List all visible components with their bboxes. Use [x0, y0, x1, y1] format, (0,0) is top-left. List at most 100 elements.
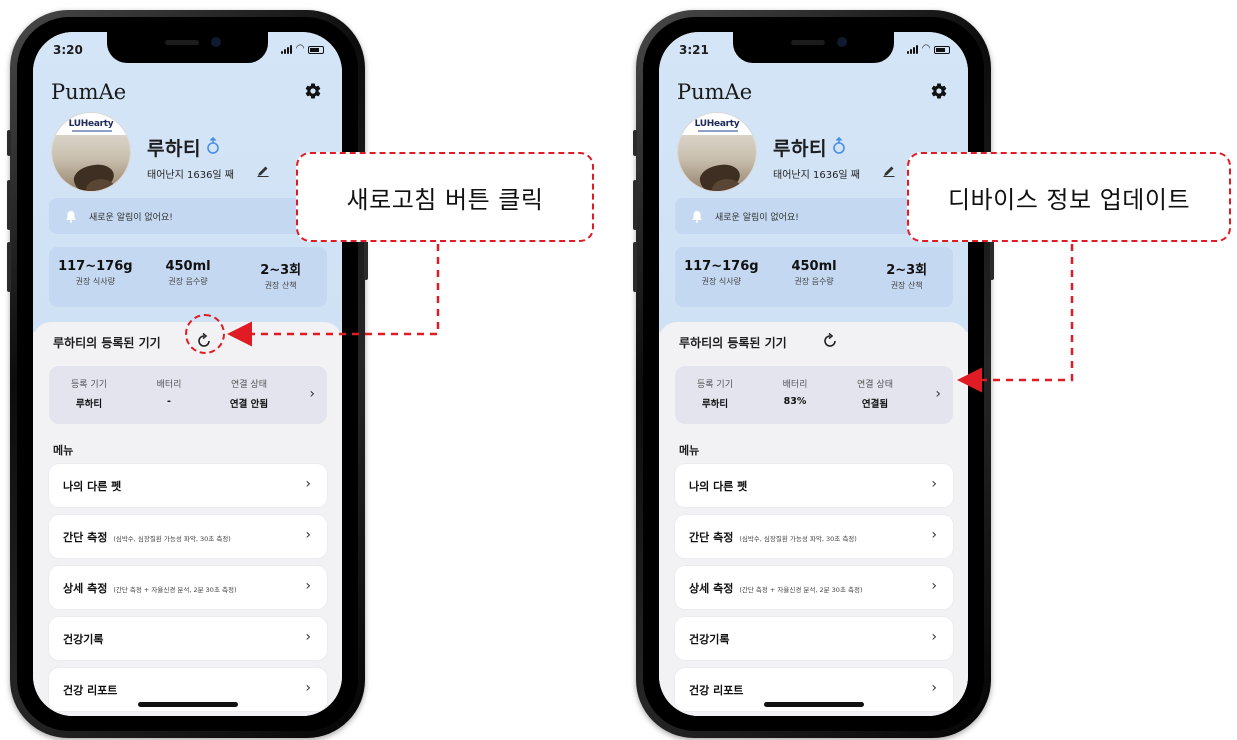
menu-item-label: 간단 측정 (심박수, 심장질환 가능성 파악, 30초 측정): [63, 531, 231, 544]
status-time: 3:21: [679, 43, 709, 57]
notification-text: 새로운 알림이 없어요!: [715, 213, 799, 223]
pet-age-days: 태어난지 1636일 째: [147, 170, 235, 181]
device-card[interactable]: 등록 기기 루하티 배터리 - 연결 상태 연결 안됨 ›: [49, 366, 327, 424]
stat-value: 450ml: [165, 259, 211, 274]
menu-item-quick-measure[interactable]: 간단 측정 (심박수, 심장질환 가능성 파악, 30초 측정) ›: [49, 515, 327, 558]
stat-value: 117~176g: [684, 259, 759, 274]
menu-item-other-pets[interactable]: 나의 다른 펫 ›: [49, 464, 327, 507]
device-col-name: 등록 기기 루하티: [49, 366, 129, 424]
menu-item-health-records[interactable]: 건강기록 ›: [49, 617, 327, 660]
menu-title: 메뉴: [53, 444, 74, 457]
chevron-right-icon: ›: [305, 629, 311, 645]
notch: [107, 32, 268, 63]
home-indicator[interactable]: [138, 702, 238, 707]
chevron-right-icon: ›: [305, 680, 311, 696]
device-card[interactable]: 등록 기기 루하티 배터리 83% 연결 상태 연결됨 ›: [675, 366, 953, 424]
app-screen: 3:20 ◠ PumAe LUHearty 루하티 태어난지 1636일 째 새…: [33, 32, 342, 716]
avatar-logo-underline: [72, 130, 112, 132]
stat-label: 권장 음수량: [168, 277, 208, 286]
menu-item-label: 상세 측정 (간단 측정 + 자율신경 분석, 2분 30초 측정): [63, 582, 237, 595]
menu-item-detailed-measure[interactable]: 상세 측정 (간단 측정 + 자율신경 분석, 2분 30초 측정) ›: [675, 566, 953, 609]
male-icon: [833, 137, 845, 154]
phone-frame-left: 3:20 ◠ PumAe LUHearty 루하티 태어난지 1636일 째 새…: [7, 10, 368, 738]
stat-value: 117~176g: [58, 259, 133, 274]
notification-text: 새로운 알림이 없어요!: [89, 213, 173, 223]
male-icon: [207, 137, 219, 154]
battery-icon: [934, 46, 950, 54]
device-col-connection: 연결 상태 연결됨: [835, 366, 915, 424]
stat-water: 450ml 권장 음수량: [142, 247, 235, 307]
device-label: 배터리: [156, 380, 182, 390]
home-indicator[interactable]: [764, 702, 864, 707]
device-label: 등록 기기: [71, 380, 107, 390]
avatar-logo-underline: [698, 130, 738, 132]
bell-icon: [692, 211, 702, 223]
notch: [733, 32, 894, 63]
pet-name: 루하티: [147, 138, 201, 160]
device-label: 연결 상태: [857, 380, 893, 390]
device-value: -: [167, 396, 171, 407]
device-col-battery: 배터리 83%: [755, 366, 835, 424]
phone-frame-right: 3:21 ◠ PumAe LUHearty 루하티 태어난지 1636일 째 새…: [633, 10, 994, 738]
menu-item-label: 건강기록: [63, 633, 104, 646]
chevron-right-icon: ›: [309, 386, 315, 402]
volume-up-button: [7, 180, 11, 230]
pencil-icon[interactable]: [257, 165, 269, 177]
chevron-right-icon: ›: [305, 476, 311, 492]
speaker: [165, 40, 199, 45]
menu-item-label: 건강기록: [689, 633, 730, 646]
device-label: 배터리: [782, 380, 808, 390]
device-value: 연결 안됨: [229, 399, 269, 410]
status-time: 3:20: [53, 43, 83, 57]
mute-switch: [7, 130, 11, 156]
menu-item-detailed-measure[interactable]: 상세 측정 (간단 측정 + 자율신경 분석, 2분 30초 측정) ›: [49, 566, 327, 609]
stat-label: 권장 산책: [890, 281, 923, 290]
camera: [837, 37, 847, 47]
callout-refresh-click: 새로고침 버튼 클릭: [296, 152, 594, 242]
menu-item-label: 나의 다른 펫: [689, 480, 748, 493]
chevron-right-icon: ›: [935, 386, 941, 402]
pet-avatar[interactable]: LUHearty: [677, 112, 757, 192]
device-value: 루하티: [701, 399, 729, 410]
stat-label: 권장 음수량: [794, 277, 834, 286]
stat-food: 117~176g 권장 식사량: [675, 247, 768, 307]
status-icons: ◠: [907, 44, 950, 54]
wifi-icon: ◠: [922, 43, 930, 54]
gear-icon[interactable]: [304, 82, 322, 100]
gear-icon[interactable]: [930, 82, 948, 100]
stat-walk: 2~3회 권장 산책: [860, 247, 953, 307]
recommendation-stats: 117~176g 권장 식사량 450ml 권장 음수량 2~3회 권장 산책: [49, 247, 327, 307]
wifi-icon: ◠: [296, 43, 304, 54]
pet-name: 루하티: [773, 138, 827, 160]
registered-devices-title: 루하티의 등록된 기기: [679, 336, 787, 350]
menu-item-health-records[interactable]: 건강기록 ›: [675, 617, 953, 660]
stat-label: 권장 식사량: [701, 277, 741, 286]
device-col-name: 등록 기기 루하티: [675, 366, 755, 424]
refresh-highlight-ring: [185, 314, 225, 354]
callout-device-update: 디바이스 정보 업데이트: [907, 152, 1231, 242]
camera: [211, 37, 221, 47]
menu-item-other-pets[interactable]: 나의 다른 펫 ›: [675, 464, 953, 507]
chevron-right-icon: ›: [305, 527, 311, 543]
menu-item-quick-measure[interactable]: 간단 측정 (심박수, 심장질환 가능성 파악, 30초 측정) ›: [675, 515, 953, 558]
device-value: 연결됨: [861, 399, 889, 410]
pet-photo: [52, 135, 130, 191]
volume-up-button: [633, 180, 637, 230]
menu-item-label: 건강 리포트: [689, 684, 744, 697]
stat-value: 2~3회: [260, 263, 302, 278]
bell-icon: [66, 211, 76, 223]
pet-avatar[interactable]: LUHearty: [51, 112, 131, 192]
refresh-icon[interactable]: [821, 332, 839, 350]
menu-item-label: 간단 측정 (심박수, 심장질환 가능성 파악, 30초 측정): [689, 531, 857, 544]
pet-age-days: 태어난지 1636일 째: [773, 170, 861, 181]
registered-devices-title: 루하티의 등록된 기기: [53, 336, 161, 350]
signal-icon: [907, 45, 919, 54]
volume-down-button: [633, 242, 637, 292]
app-screen: 3:21 ◠ PumAe LUHearty 루하티 태어난지 1636일 째 새…: [659, 32, 968, 716]
pencil-icon[interactable]: [883, 165, 895, 177]
stat-value: 2~3회: [886, 263, 928, 278]
stat-water: 450ml 권장 음수량: [768, 247, 861, 307]
notification-banner[interactable]: 새로운 알림이 없어요!: [49, 198, 327, 234]
avatar-logo-text: LUHearty: [694, 119, 740, 129]
stat-walk: 2~3회 권장 산책: [234, 247, 327, 307]
